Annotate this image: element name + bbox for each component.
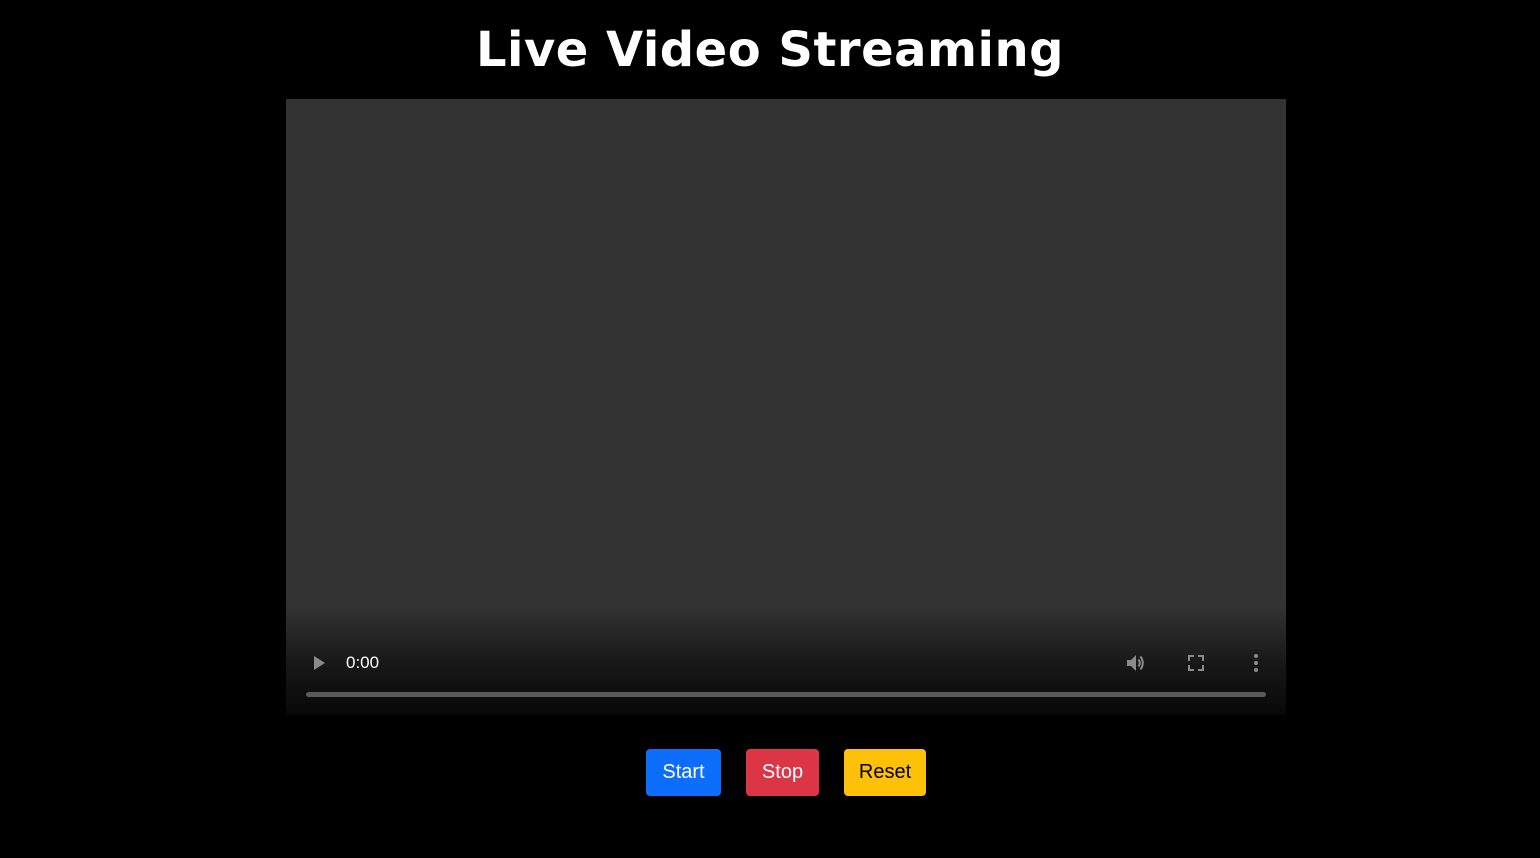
current-time: 0:00 xyxy=(346,653,380,672)
page: Live Video Streaming 0:00 Start Stop Res… xyxy=(0,0,1540,858)
fullscreen-icon[interactable] xyxy=(1184,651,1208,675)
video-player[interactable]: 0:00 xyxy=(286,99,1286,715)
video-controls-bar: 0:00 xyxy=(286,639,1286,715)
video-progress-bar[interactable] xyxy=(306,692,1266,697)
volume-icon[interactable] xyxy=(1124,651,1148,675)
play-icon[interactable] xyxy=(306,651,330,675)
stop-button[interactable]: Stop xyxy=(746,749,819,796)
page-title: Live Video Streaming xyxy=(475,22,1065,78)
reset-button[interactable]: Reset xyxy=(844,749,926,796)
start-button[interactable]: Start xyxy=(646,749,721,796)
more-options-icon[interactable] xyxy=(1244,651,1268,675)
